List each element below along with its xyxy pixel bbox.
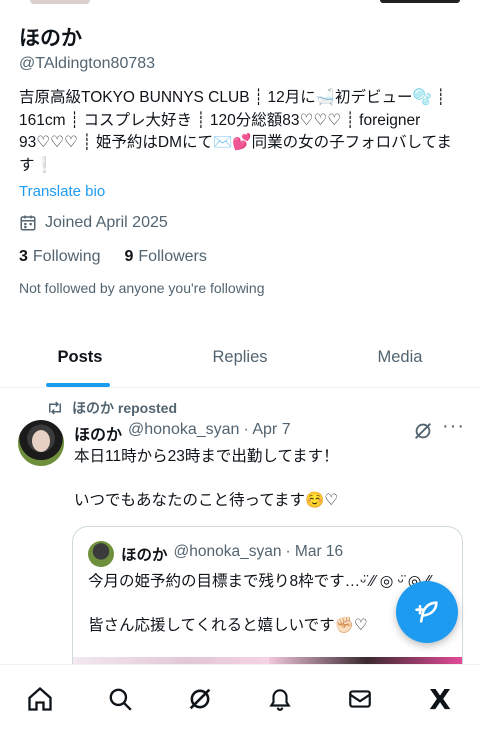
quote-avatar bbox=[88, 541, 114, 567]
top-edge bbox=[0, 0, 480, 8]
tab-media-label: Media bbox=[377, 348, 423, 366]
tab-replies[interactable]: Replies bbox=[160, 336, 320, 387]
more-options-icon[interactable]: ··· bbox=[442, 415, 465, 438]
x-logo-icon: X bbox=[429, 682, 451, 716]
compose-feather-icon bbox=[415, 601, 438, 623]
grok-icon bbox=[189, 688, 211, 710]
post-header: ほのか @honoka_syan · Apr 7 ··· bbox=[74, 415, 464, 445]
nav-home[interactable] bbox=[20, 683, 60, 715]
nav-x[interactable]: X bbox=[420, 682, 460, 716]
followers-link[interactable]: 9 Followers bbox=[125, 248, 207, 266]
avatar-face bbox=[32, 430, 50, 452]
quote-header: ほのか @honoka_syan · Mar 16 bbox=[121, 543, 343, 565]
mail-icon bbox=[349, 690, 371, 708]
profile-info: ほのか @TAldington80783 吉原高級TOKYO BUNNYS CL… bbox=[19, 26, 464, 296]
tab-replies-label: Replies bbox=[212, 348, 268, 366]
nav-notifications[interactable] bbox=[260, 683, 300, 715]
post-body: 本日11時から23時まで出勤してます！ いつでもあなたのこと待ってます☺️♡ bbox=[74, 446, 464, 534]
grok-icon[interactable] bbox=[412, 420, 434, 442]
quote-author-name: ほのか bbox=[121, 547, 168, 564]
header-button-edge bbox=[380, 0, 460, 3]
tab-posts-label: Posts bbox=[57, 348, 103, 366]
post-date[interactable]: · Apr 7 bbox=[243, 421, 290, 445]
following-label: Following bbox=[32, 248, 101, 265]
following-count: 3 bbox=[19, 248, 28, 265]
tab-posts[interactable]: Posts bbox=[0, 336, 160, 387]
post-author-handle[interactable]: @honoka_syan bbox=[128, 421, 239, 445]
translate-bio-link[interactable]: Translate bio bbox=[19, 183, 464, 200]
nav-messages[interactable] bbox=[340, 683, 380, 715]
post-author-name[interactable]: ほのか bbox=[74, 421, 122, 445]
repost-label: ほのか reposted bbox=[72, 400, 178, 416]
header-image-edge bbox=[30, 0, 90, 4]
search-icon bbox=[109, 688, 132, 711]
quote-text-line: 今月の姫予約の目標まで残り8枠です…ᵕ̈ ⁄⁄ ◎ ᵕ̈ ◎ ⁄⁄ bbox=[88, 573, 431, 590]
following-link[interactable]: 3 Following bbox=[19, 248, 101, 266]
bell-icon bbox=[269, 689, 291, 711]
user-handle: @TAldington80783 bbox=[19, 55, 156, 72]
bottom-nav: X bbox=[0, 664, 480, 732]
calendar-icon bbox=[20, 215, 36, 231]
bio-text: 吉原高級TOKYO BUNNYS CLUB ┊ 12月に🛁初デビュー🫧 ┊ 16… bbox=[19, 89, 452, 174]
display-name: ほのか bbox=[19, 27, 82, 50]
nav-grok[interactable] bbox=[180, 683, 220, 715]
joined-label: Joined April 2025 bbox=[45, 214, 168, 231]
active-tab-indicator bbox=[46, 383, 110, 387]
repost-icon bbox=[49, 401, 61, 415]
post-text-line: いつでもあなたのこと待ってます☺️♡ bbox=[74, 492, 339, 509]
quote-author-handle: @honoka_syan bbox=[173, 543, 282, 560]
repost-indicator: ほのか reposted bbox=[46, 398, 177, 418]
profile-tabs: Posts Replies Media bbox=[0, 336, 480, 388]
compose-post-button[interactable] bbox=[396, 581, 458, 643]
joined-date: Joined April 2025 bbox=[19, 214, 464, 232]
post-text-line: 本日11時から23時まで出勤してます！ bbox=[74, 448, 339, 465]
home-icon bbox=[28, 686, 52, 711]
followers-label: Followers bbox=[138, 248, 207, 265]
tab-media[interactable]: Media bbox=[320, 336, 480, 387]
not-followed-text: Not followed by anyone you're following bbox=[19, 280, 265, 296]
quote-date: · Mar 16 bbox=[285, 543, 344, 560]
avatar[interactable] bbox=[18, 420, 64, 466]
follow-stats: 3 Following 9 Followers bbox=[19, 248, 464, 266]
followers-count: 9 bbox=[124, 248, 134, 265]
nav-search[interactable] bbox=[100, 683, 140, 715]
